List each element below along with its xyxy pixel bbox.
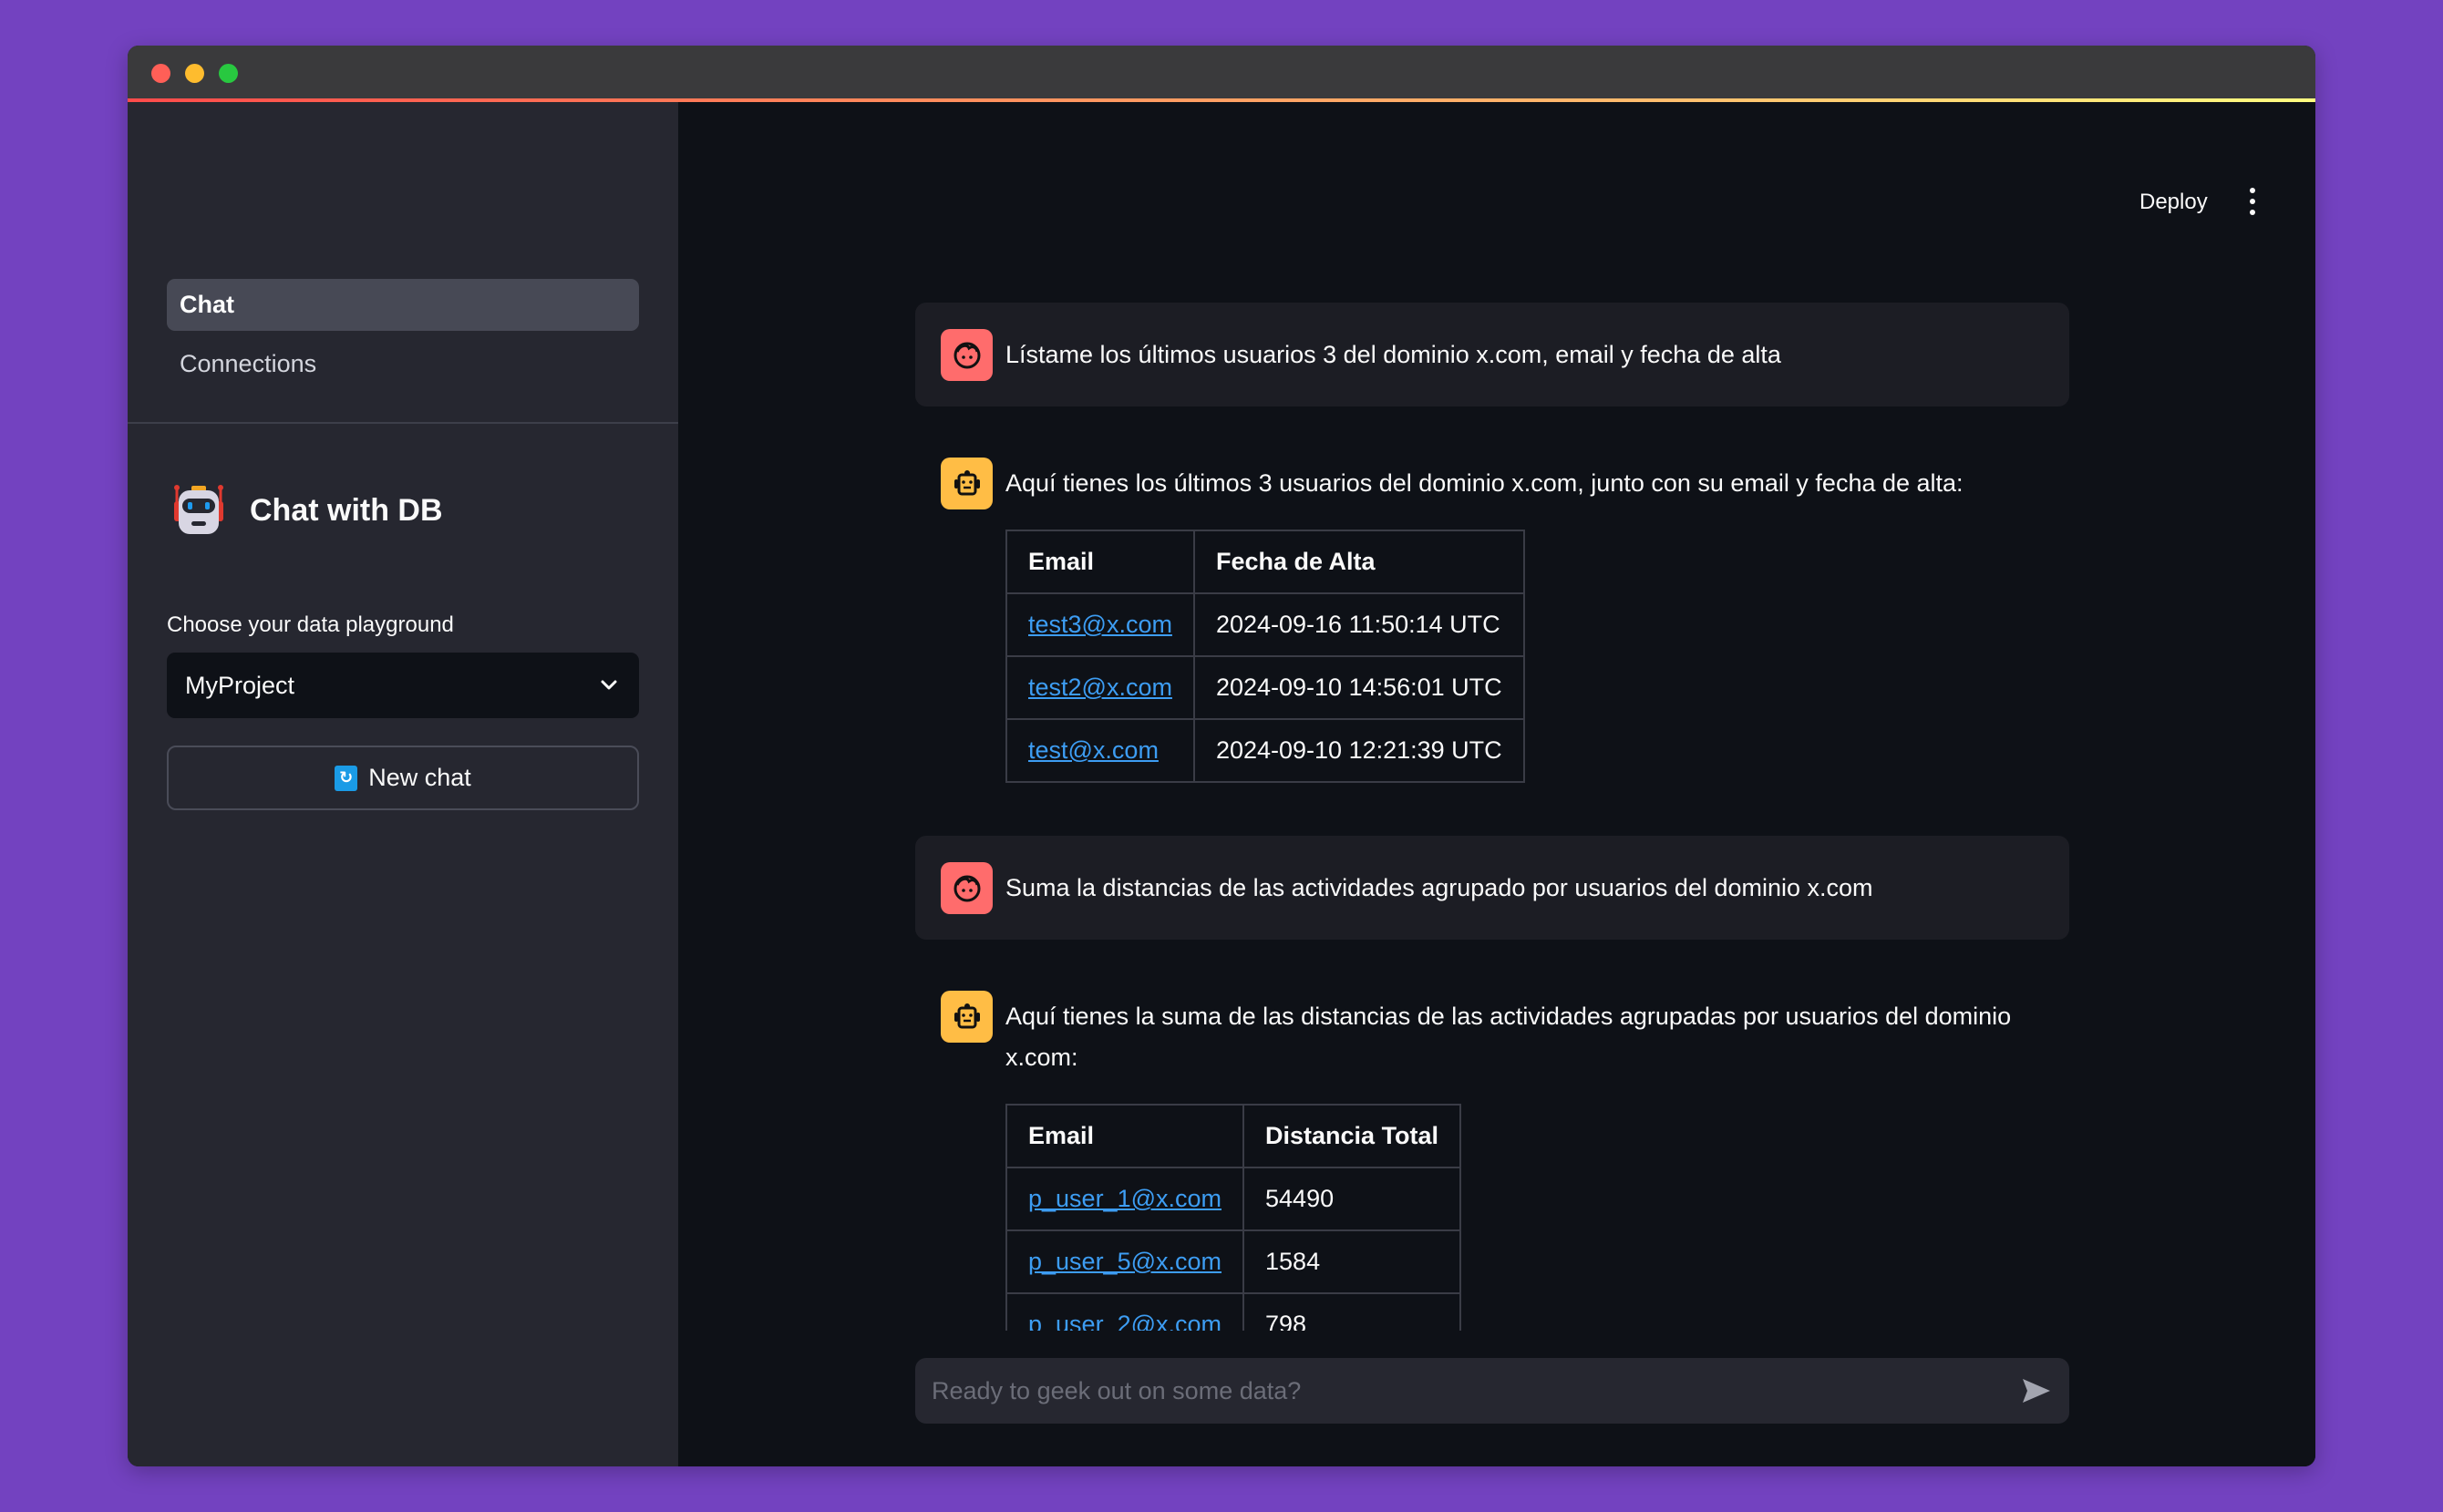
sidebar: Chat Connections Chat with DB Choose you… — [128, 102, 678, 1466]
arrows-counterclockwise-icon: ↻ — [335, 765, 358, 791]
vertical-ellipsis-icon[interactable] — [2246, 188, 2259, 215]
email-link[interactable]: p_user_1@x.com — [1028, 1185, 1222, 1212]
main-panel: Deploy Lístame los últimos usuarios 3 de… — [678, 102, 2315, 1466]
email-link[interactable]: p_user_5@x.com — [1028, 1248, 1222, 1275]
email-link[interactable]: p_user_2@x.com — [1028, 1311, 1222, 1331]
chat-message-user: Lístame los últimos usuarios 3 del domin… — [915, 303, 2069, 406]
column-header: Email — [1005, 530, 1195, 594]
new-chat-label: New chat — [368, 764, 471, 791]
deploy-button[interactable]: Deploy — [2139, 190, 2208, 215]
result-table: Email Distancia Total p_user_1@x.com 544… — [1005, 1104, 1462, 1331]
table-cell: p_user_5@x.com — [1005, 1229, 1245, 1294]
send-arrow-icon — [2023, 1379, 2050, 1403]
send-button[interactable] — [2020, 1374, 2053, 1407]
chat-history[interactable]: Lístame los últimos usuarios 3 del domin… — [915, 303, 2069, 1331]
column-header: Email — [1005, 1104, 1245, 1168]
app-brand: Chat with DB — [171, 483, 443, 538]
sidebar-item-label: Connections — [180, 350, 317, 377]
maximize-window-button[interactable] — [219, 64, 238, 83]
table-cell: 54490 — [1242, 1167, 1462, 1231]
table-cell: test@x.com — [1005, 718, 1195, 783]
playground-select[interactable]: MyProject — [167, 653, 639, 718]
table-header-row: Email Distancia Total — [1005, 1104, 1462, 1168]
chat-message-user: Suma la distancias de las actividades ag… — [915, 836, 2069, 940]
sidebar-nav: Chat Connections — [167, 279, 639, 397]
table-row: test2@x.com 2024-09-10 14:56:01 UTC — [1005, 655, 1525, 720]
message-text: Suma la distancias de las actividades ag… — [1005, 873, 1873, 901]
chat-input[interactable] — [932, 1376, 2020, 1405]
table-row: p_user_5@x.com 1584 — [1005, 1229, 1462, 1294]
robot-icon — [174, 485, 223, 534]
minimize-window-button[interactable] — [185, 64, 204, 83]
sidebar-item-label: Chat — [180, 291, 234, 318]
message-body: Aquí tienes la suma de las distancias de… — [1005, 991, 2044, 1331]
result-table: Email Fecha de Alta test3@x.com 2024-09-… — [1005, 530, 1525, 783]
table-cell: 2024-09-10 14:56:01 UTC — [1192, 655, 1525, 720]
email-link[interactable]: test3@x.com — [1028, 611, 1172, 638]
message-text: Aquí tienes los últimos 3 usuarios del d… — [1005, 469, 1964, 497]
email-link[interactable]: test@x.com — [1028, 736, 1159, 764]
sidebar-item-chat[interactable]: Chat — [167, 279, 639, 331]
new-chat-button[interactable]: ↻ New chat — [167, 746, 639, 810]
table-cell: p_user_2@x.com — [1005, 1292, 1245, 1331]
table-cell: test2@x.com — [1005, 655, 1195, 720]
email-link[interactable]: test2@x.com — [1028, 674, 1172, 701]
sidebar-item-connections[interactable]: Connections — [167, 338, 639, 390]
app-window: Chat Connections Chat with DB Choose you… — [128, 46, 2315, 1466]
table-cell: 2024-09-16 11:50:14 UTC — [1192, 592, 1525, 657]
table-cell: p_user_1@x.com — [1005, 1167, 1245, 1231]
table-cell: 798 — [1242, 1292, 1462, 1331]
column-header: Distancia Total — [1242, 1104, 1462, 1168]
table-cell: 2024-09-10 12:21:39 UTC — [1192, 718, 1525, 783]
table-cell: 1584 — [1242, 1229, 1462, 1294]
robot-face-icon — [941, 458, 993, 509]
chat-message-assistant: Aquí tienes los últimos 3 usuarios del d… — [915, 458, 2069, 808]
table-row: test@x.com 2024-09-10 12:21:39 UTC — [1005, 718, 1525, 783]
table-cell: test3@x.com — [1005, 592, 1195, 657]
table-header-row: Email Fecha de Alta — [1005, 530, 1525, 594]
close-window-button[interactable] — [151, 64, 170, 83]
column-header: Fecha de Alta — [1192, 530, 1525, 594]
playground-selected-value: MyProject — [185, 671, 295, 699]
chevron-down-icon — [601, 680, 617, 690]
table-row: p_user_2@x.com 798 — [1005, 1292, 1462, 1331]
playground-label: Choose your data playground — [167, 612, 454, 637]
table-row: test3@x.com 2024-09-16 11:50:14 UTC — [1005, 592, 1525, 657]
title-bar — [128, 46, 2315, 98]
table-row: p_user_1@x.com 54490 — [1005, 1167, 1462, 1231]
user-face-icon — [941, 328, 993, 381]
message-body: Aquí tienes los últimos 3 usuarios del d… — [1005, 458, 2044, 783]
chat-message-assistant: Aquí tienes la suma de las distancias de… — [915, 991, 2069, 1331]
chat-input-bar — [915, 1358, 2069, 1424]
message-text: Aquí tienes la suma de las distancias de… — [1005, 1003, 2012, 1071]
app-title: Chat with DB — [250, 492, 443, 528]
user-face-icon — [941, 861, 993, 914]
message-text: Lístame los últimos usuarios 3 del domin… — [1005, 340, 1781, 368]
sidebar-divider — [128, 422, 678, 424]
robot-face-icon — [941, 991, 993, 1043]
